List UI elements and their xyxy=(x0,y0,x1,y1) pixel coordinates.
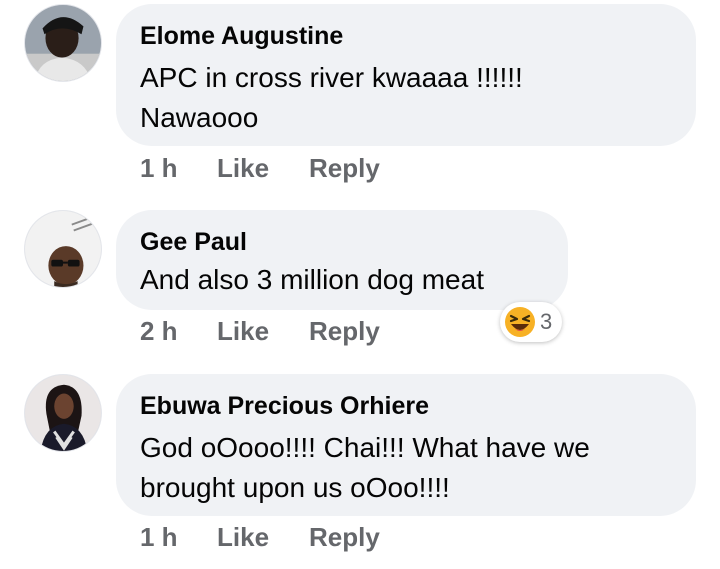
comment-author[interactable]: Elome Augustine xyxy=(140,20,672,52)
avatar[interactable] xyxy=(24,4,102,82)
reaction-summary[interactable]: 3 xyxy=(500,302,563,342)
comment-timestamp[interactable]: 1 h xyxy=(140,153,217,183)
comment-bubble: Elome Augustine APC in cross river kwaaa… xyxy=(116,4,696,146)
comment-actions: 2 h Like Reply xyxy=(140,316,380,346)
avatar-photo-icon xyxy=(25,5,101,81)
like-button[interactable]: Like xyxy=(217,522,309,552)
comment-author[interactable]: Gee Paul xyxy=(140,226,544,258)
comment-timestamp[interactable]: 1 h xyxy=(140,522,217,552)
comment-actions: 1 h Like Reply xyxy=(140,153,380,183)
comment-timestamp[interactable]: 2 h xyxy=(140,316,217,346)
comment-text-line: God oOooo!!!! Chai!!! What have we xyxy=(140,432,590,463)
like-button[interactable]: Like xyxy=(217,316,309,346)
reply-button[interactable]: Reply xyxy=(309,316,380,346)
avatar[interactable] xyxy=(24,374,102,452)
comment-bubble: Gee Paul And also 3 million dog meat xyxy=(116,210,568,310)
reply-button[interactable]: Reply xyxy=(309,522,380,552)
reaction-count: 3 xyxy=(540,309,553,334)
comment-text-line: brought upon us oOoo!!!! xyxy=(140,472,450,503)
comment-text-line: APC in cross river kwaaaa !!!!!! xyxy=(140,62,523,93)
comment-author[interactable]: Ebuwa Precious Orhiere xyxy=(140,390,672,422)
reply-button[interactable]: Reply xyxy=(309,153,380,183)
comment-text-line: And also 3 million dog meat xyxy=(140,264,484,295)
like-button[interactable]: Like xyxy=(217,153,309,183)
avatar-photo-icon xyxy=(25,375,101,451)
comment-bubble: Ebuwa Precious Orhiere God oOooo!!!! Cha… xyxy=(116,374,696,516)
laughing-emoji-icon xyxy=(505,307,535,337)
avatar-photo-icon xyxy=(25,211,101,287)
comment-actions: 1 h Like Reply xyxy=(140,522,380,552)
avatar[interactable] xyxy=(24,210,102,288)
comment-text-line: Nawaooo xyxy=(140,102,259,133)
